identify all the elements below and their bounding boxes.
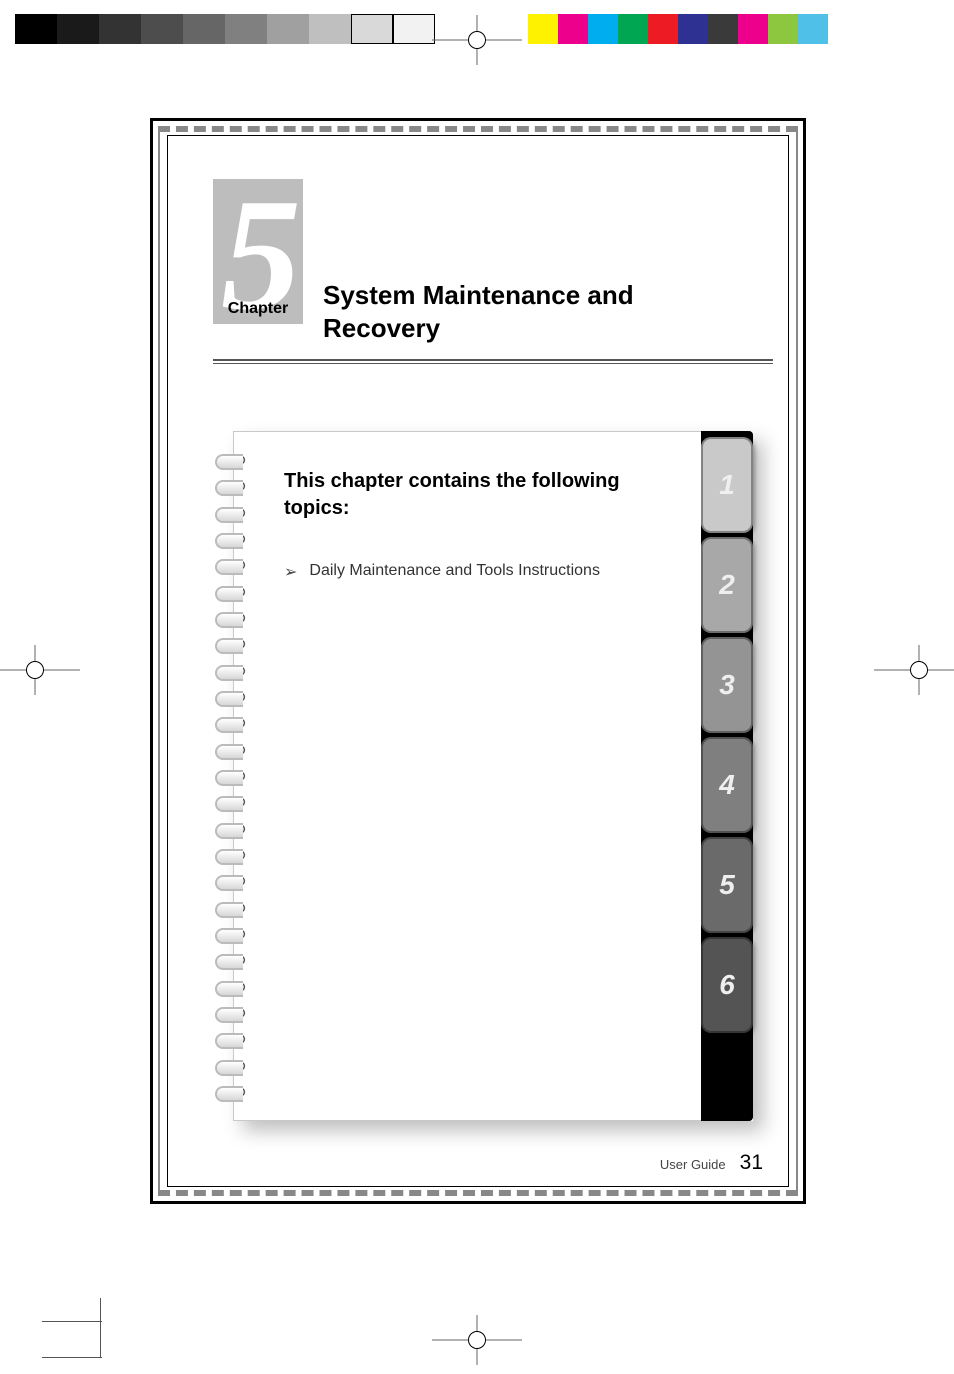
gray-swatch bbox=[393, 14, 435, 44]
registration-crosshair-top bbox=[462, 25, 492, 55]
spiral-ring-icon bbox=[217, 714, 247, 732]
notebook-tab-2[interactable]: 2 bbox=[701, 537, 753, 633]
spiral-ring-icon bbox=[217, 1030, 247, 1048]
gray-swatch bbox=[351, 14, 393, 44]
color-swatch bbox=[768, 14, 798, 44]
notebook-tab-5[interactable]: 5 bbox=[701, 837, 753, 933]
crop-mark-bottom-left bbox=[42, 1298, 102, 1358]
color-swatch bbox=[708, 14, 738, 44]
color-swatch bbox=[528, 14, 558, 44]
spiral-ring-icon bbox=[217, 820, 247, 838]
registration-crosshair-left bbox=[20, 655, 50, 685]
spiral-ring-icon bbox=[217, 925, 247, 943]
page-frame: 5 Chapter System Maintenance and Recover… bbox=[150, 118, 806, 1204]
page-number: 31 bbox=[740, 1151, 763, 1175]
color-swatch bbox=[738, 14, 768, 44]
color-swatch bbox=[678, 14, 708, 44]
spiral-ring-icon bbox=[217, 530, 247, 548]
notebook: 123456 This chapter contains the followi… bbox=[233, 431, 753, 1121]
gray-swatch bbox=[99, 14, 141, 44]
spiral-ring-icon bbox=[217, 1004, 247, 1022]
chapter-number-box: 5 Chapter bbox=[213, 179, 303, 324]
notebook-tab-1[interactable]: 1 bbox=[701, 437, 753, 533]
bullet-chevron-icon: ➢ bbox=[284, 562, 297, 582]
spiral-ring-icon bbox=[217, 767, 247, 785]
spiral-ring-icon bbox=[217, 978, 247, 996]
topic-item: ➢ Daily Maintenance and Tools Instruction… bbox=[284, 562, 671, 582]
gray-swatch bbox=[141, 14, 183, 44]
spiral-ring-icon bbox=[217, 741, 247, 759]
spiral-ring-icon bbox=[217, 556, 247, 574]
chapter-title: System Maintenance and Recovery bbox=[323, 279, 743, 344]
gray-swatch bbox=[267, 14, 309, 44]
spiral-ring-icon bbox=[217, 846, 247, 864]
notebook-intro: This chapter contains the following topi… bbox=[284, 468, 671, 522]
spiral-ring-icon bbox=[217, 609, 247, 627]
notebook-page: This chapter contains the following topi… bbox=[233, 431, 701, 1121]
color-swatch bbox=[648, 14, 678, 44]
spiral-ring-icon bbox=[217, 688, 247, 706]
spiral-ring-icon bbox=[217, 662, 247, 680]
gray-swatch bbox=[309, 14, 351, 44]
spiral-ring-icon bbox=[217, 635, 247, 653]
gray-swatch bbox=[225, 14, 267, 44]
notebook-tab-3[interactable]: 3 bbox=[701, 637, 753, 733]
color-swatch-row bbox=[528, 14, 828, 44]
gray-swatch-row bbox=[15, 14, 435, 44]
color-swatch bbox=[798, 14, 828, 44]
chapter-title-rule bbox=[213, 359, 773, 364]
color-swatch bbox=[588, 14, 618, 44]
topic-text: Daily Maintenance and Tools Instructions bbox=[309, 562, 600, 580]
notebook-tab-6[interactable]: 6 bbox=[701, 937, 753, 1033]
spiral-ring-icon bbox=[217, 504, 247, 522]
gray-swatch bbox=[57, 14, 99, 44]
chapter-number-block: 5 Chapter bbox=[213, 179, 303, 324]
spiral-ring-icon bbox=[217, 1083, 247, 1101]
gray-swatch bbox=[15, 14, 57, 44]
chapter-label: Chapter bbox=[213, 300, 303, 318]
spiral-ring-icon bbox=[217, 477, 247, 495]
spiral-ring-icon bbox=[217, 872, 247, 890]
gray-swatch bbox=[183, 14, 225, 44]
footer-label: User Guide bbox=[660, 1157, 726, 1172]
notebook-tab-4[interactable]: 4 bbox=[701, 737, 753, 833]
spiral-ring-icon bbox=[217, 899, 247, 917]
spiral-ring-icon bbox=[217, 793, 247, 811]
spiral-ring-icon bbox=[217, 583, 247, 601]
spiral-ring-icon bbox=[217, 451, 247, 469]
color-swatch bbox=[558, 14, 588, 44]
spiral-ring-icon bbox=[217, 951, 247, 969]
page-footer: User Guide 31 bbox=[660, 1151, 763, 1175]
registration-crosshair-bottom bbox=[462, 1325, 492, 1355]
spiral-binding-icon bbox=[217, 451, 247, 1101]
spiral-ring-icon bbox=[217, 1057, 247, 1075]
registration-crosshair-right bbox=[904, 655, 934, 685]
color-swatch bbox=[618, 14, 648, 44]
